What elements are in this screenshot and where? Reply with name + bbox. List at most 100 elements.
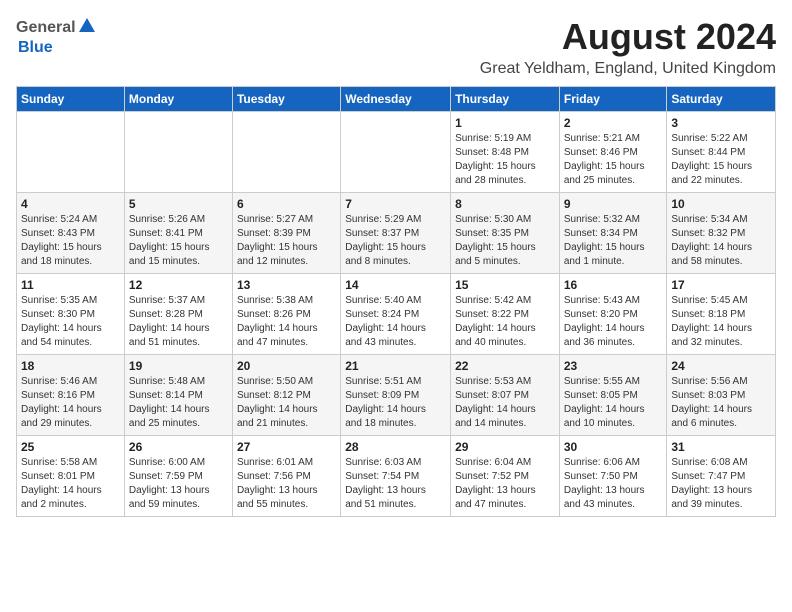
calendar-cell: 19Sunrise: 5:48 AM Sunset: 8:14 PM Dayli… — [124, 355, 232, 436]
calendar-cell: 29Sunrise: 6:04 AM Sunset: 7:52 PM Dayli… — [451, 436, 560, 517]
day-number: 15 — [455, 278, 555, 292]
day-number: 26 — [129, 440, 228, 454]
day-number: 14 — [345, 278, 446, 292]
logo-triangle-icon — [78, 16, 96, 34]
calendar-header-row: SundayMondayTuesdayWednesdayThursdayFrid… — [17, 87, 776, 112]
logo-blue: Blue — [18, 39, 53, 56]
day-info: Sunrise: 6:06 AM Sunset: 7:50 PM Dayligh… — [564, 456, 663, 512]
day-info: Sunrise: 6:03 AM Sunset: 7:54 PM Dayligh… — [345, 456, 446, 512]
week-row-5: 25Sunrise: 5:58 AM Sunset: 8:01 PM Dayli… — [17, 436, 776, 517]
calendar-cell: 20Sunrise: 5:50 AM Sunset: 8:12 PM Dayli… — [232, 355, 340, 436]
day-info: Sunrise: 5:48 AM Sunset: 8:14 PM Dayligh… — [129, 375, 228, 431]
calendar-cell: 1 Sunrise: 5:19 AM Sunset: 8:48 PM Daylig… — [451, 112, 560, 193]
calendar-cell: 30Sunrise: 6:06 AM Sunset: 7:50 PM Dayli… — [559, 436, 667, 517]
day-number: 17 — [671, 278, 771, 292]
day-info: Sunrise: 6:01 AM Sunset: 7:56 PM Dayligh… — [237, 456, 336, 512]
title-block: August 2024 Great Yeldham, England, Unit… — [480, 16, 776, 78]
day-number: 11 — [21, 278, 120, 292]
day-number: 9 — [564, 197, 663, 211]
day-number: 13 — [237, 278, 336, 292]
col-header-friday: Friday — [559, 87, 667, 112]
day-info: Sunrise: 5:32 AM Sunset: 8:34 PM Dayligh… — [564, 213, 663, 269]
day-info: Sunrise: 5:43 AM Sunset: 8:20 PM Dayligh… — [564, 294, 663, 350]
calendar-cell: 6 Sunrise: 5:27 AM Sunset: 8:39 PM Daylig… — [232, 193, 340, 274]
week-row-2: 4 Sunrise: 5:24 AM Sunset: 8:43 PM Daylig… — [17, 193, 776, 274]
calendar-cell: 23Sunrise: 5:55 AM Sunset: 8:05 PM Dayli… — [559, 355, 667, 436]
logo: General Blue — [16, 16, 96, 57]
day-info: Sunrise: 5:51 AM Sunset: 8:09 PM Dayligh… — [345, 375, 446, 431]
day-number: 10 — [671, 197, 771, 211]
week-row-4: 18 Sunrise: 5:46 AM Sunset: 8:16 PM Dayli… — [17, 355, 776, 436]
day-info: Sunrise: 5:45 AM Sunset: 8:18 PM Dayligh… — [671, 294, 771, 350]
day-number: 16 — [564, 278, 663, 292]
day-number: 1 — [455, 116, 555, 130]
calendar-cell: 22 Sunrise: 5:53 AM Sunset: 8:07 PM Dayli… — [451, 355, 560, 436]
calendar-cell: 9 Sunrise: 5:32 AM Sunset: 8:34 PM Daylig… — [559, 193, 667, 274]
calendar-cell: 12 Sunrise: 5:37 AM Sunset: 8:28 PM Dayli… — [124, 274, 232, 355]
day-info: Sunrise: 6:00 AM Sunset: 7:59 PM Dayligh… — [129, 456, 228, 512]
calendar-cell: 8Sunrise: 5:30 AM Sunset: 8:35 PM Daylig… — [451, 193, 560, 274]
calendar-cell: 31 Sunrise: 6:08 AM Sunset: 7:47 PM Dayli… — [667, 436, 776, 517]
day-info: Sunrise: 5:21 AM Sunset: 8:46 PM Dayligh… — [564, 132, 663, 188]
calendar-cell: 15 Sunrise: 5:42 AM Sunset: 8:22 PM Dayli… — [451, 274, 560, 355]
calendar-cell: 17 Sunrise: 5:45 AM Sunset: 8:18 PM Dayli… — [667, 274, 776, 355]
calendar-cell: 25Sunrise: 5:58 AM Sunset: 8:01 PM Dayli… — [17, 436, 125, 517]
day-info: Sunrise: 5:56 AM Sunset: 8:03 PM Dayligh… — [671, 375, 771, 431]
calendar-cell: 21 Sunrise: 5:51 AM Sunset: 8:09 PM Dayli… — [341, 355, 451, 436]
calendar-cell: 18 Sunrise: 5:46 AM Sunset: 8:16 PM Dayli… — [17, 355, 125, 436]
day-info: Sunrise: 5:35 AM Sunset: 8:30 PM Dayligh… — [21, 294, 120, 350]
day-number: 2 — [564, 116, 663, 130]
day-info: Sunrise: 6:08 AM Sunset: 7:47 PM Dayligh… — [671, 456, 771, 512]
day-info: Sunrise: 5:38 AM Sunset: 8:26 PM Dayligh… — [237, 294, 336, 350]
calendar-cell: 2 Sunrise: 5:21 AM Sunset: 8:46 PM Daylig… — [559, 112, 667, 193]
day-info: Sunrise: 5:30 AM Sunset: 8:35 PM Dayligh… — [455, 213, 555, 269]
calendar-cell: 7Sunrise: 5:29 AM Sunset: 8:37 PM Daylig… — [341, 193, 451, 274]
day-number: 27 — [237, 440, 336, 454]
day-info: Sunrise: 5:40 AM Sunset: 8:24 PM Dayligh… — [345, 294, 446, 350]
day-info: Sunrise: 5:22 AM Sunset: 8:44 PM Dayligh… — [671, 132, 771, 188]
week-row-3: 11 Sunrise: 5:35 AM Sunset: 8:30 PM Dayli… — [17, 274, 776, 355]
day-number: 31 — [671, 440, 771, 454]
calendar-cell: 10 Sunrise: 5:34 AM Sunset: 8:32 PM Dayli… — [667, 193, 776, 274]
col-header-thursday: Thursday — [451, 87, 560, 112]
col-header-tuesday: Tuesday — [232, 87, 340, 112]
day-info: Sunrise: 5:26 AM Sunset: 8:41 PM Dayligh… — [129, 213, 228, 269]
day-number: 18 — [21, 359, 120, 373]
day-number: 21 — [345, 359, 446, 373]
week-row-1: 1 Sunrise: 5:19 AM Sunset: 8:48 PM Daylig… — [17, 112, 776, 193]
day-number: 4 — [21, 197, 120, 211]
calendar-cell: 4 Sunrise: 5:24 AM Sunset: 8:43 PM Daylig… — [17, 193, 125, 274]
calendar-cell — [124, 112, 232, 193]
day-number: 3 — [671, 116, 771, 130]
calendar-cell: 24Sunrise: 5:56 AM Sunset: 8:03 PM Dayli… — [667, 355, 776, 436]
col-header-wednesday: Wednesday — [341, 87, 451, 112]
day-number: 6 — [237, 197, 336, 211]
day-info: Sunrise: 5:53 AM Sunset: 8:07 PM Dayligh… — [455, 375, 555, 431]
location: Great Yeldham, England, United Kingdom — [480, 60, 776, 78]
day-info: Sunrise: 6:04 AM Sunset: 7:52 PM Dayligh… — [455, 456, 555, 512]
calendar-table: SundayMondayTuesdayWednesdayThursdayFrid… — [16, 86, 776, 517]
calendar-cell: 3 Sunrise: 5:22 AM Sunset: 8:44 PM Daylig… — [667, 112, 776, 193]
day-info: Sunrise: 5:37 AM Sunset: 8:28 PM Dayligh… — [129, 294, 228, 350]
calendar-cell: 13 Sunrise: 5:38 AM Sunset: 8:26 PM Dayli… — [232, 274, 340, 355]
day-info: Sunrise: 5:27 AM Sunset: 8:39 PM Dayligh… — [237, 213, 336, 269]
calendar-cell: 14 Sunrise: 5:40 AM Sunset: 8:24 PM Dayli… — [341, 274, 451, 355]
col-header-sunday: Sunday — [17, 87, 125, 112]
calendar-cell — [17, 112, 125, 193]
day-info: Sunrise: 5:42 AM Sunset: 8:22 PM Dayligh… — [455, 294, 555, 350]
day-info: Sunrise: 5:58 AM Sunset: 8:01 PM Dayligh… — [21, 456, 120, 512]
calendar-cell — [341, 112, 451, 193]
day-number: 28 — [345, 440, 446, 454]
day-info: Sunrise: 5:24 AM Sunset: 8:43 PM Dayligh… — [21, 213, 120, 269]
day-info: Sunrise: 5:46 AM Sunset: 8:16 PM Dayligh… — [21, 375, 120, 431]
col-header-saturday: Saturday — [667, 87, 776, 112]
day-info: Sunrise: 5:19 AM Sunset: 8:48 PM Dayligh… — [455, 132, 555, 188]
calendar-cell: 28 Sunrise: 6:03 AM Sunset: 7:54 PM Dayli… — [341, 436, 451, 517]
calendar-cell: 16 Sunrise: 5:43 AM Sunset: 8:20 PM Dayli… — [559, 274, 667, 355]
calendar-cell — [232, 112, 340, 193]
day-info: Sunrise: 5:34 AM Sunset: 8:32 PM Dayligh… — [671, 213, 771, 269]
day-number: 23 — [564, 359, 663, 373]
day-number: 20 — [237, 359, 336, 373]
day-number: 22 — [455, 359, 555, 373]
day-number: 12 — [129, 278, 228, 292]
